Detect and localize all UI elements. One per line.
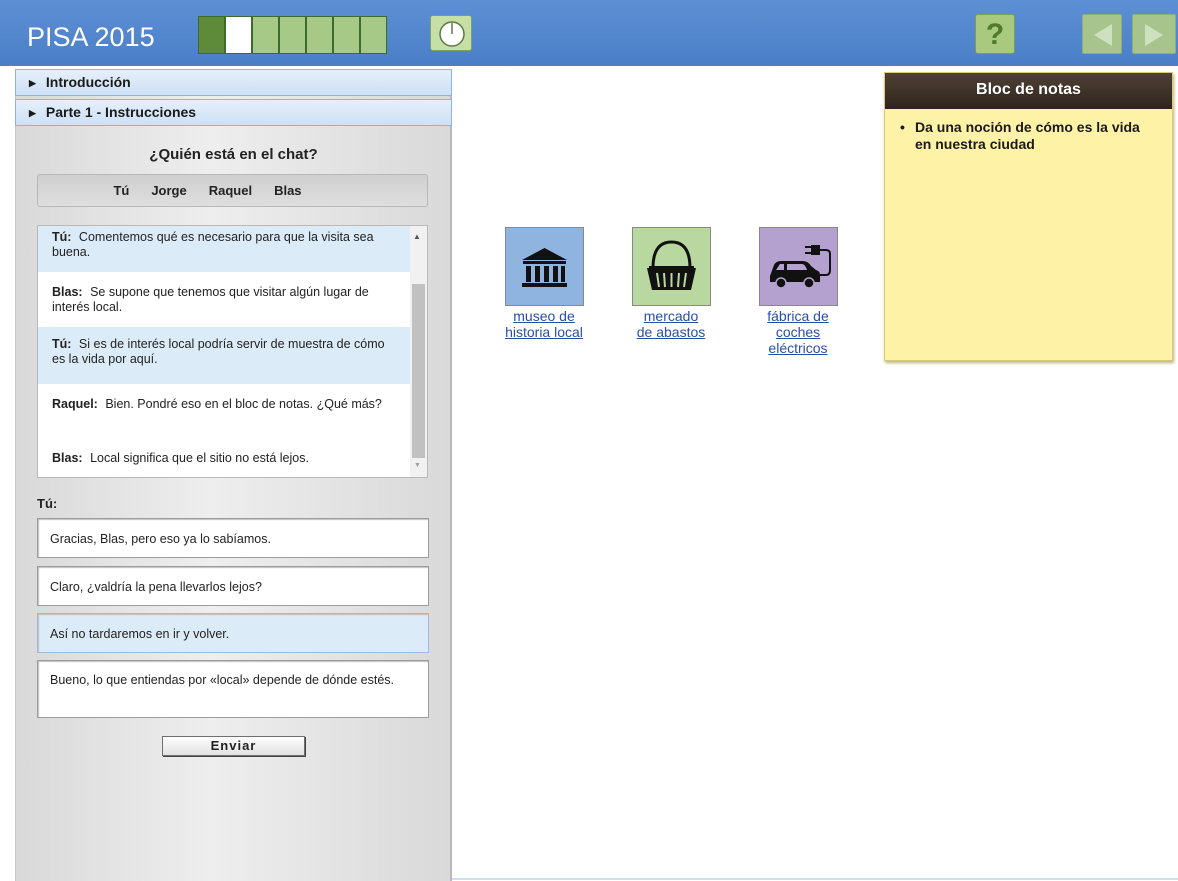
accordion-label: Parte 1 - Instrucciones — [45, 104, 197, 120]
timer-button[interactable] — [430, 15, 472, 51]
place-tile[interactable] — [758, 227, 838, 306]
place-tile[interactable] — [631, 227, 711, 306]
reply-option-selected[interactable]: Así no tardaremos en ir y volver. — [37, 613, 429, 653]
top-bar: PISA 2015 ? — [0, 0, 1178, 66]
place-label-line: fábrica de — [767, 308, 829, 324]
message-speaker: Tú: — [52, 337, 72, 351]
electric-car-icon — [769, 245, 831, 289]
progress-step — [333, 16, 360, 54]
participant-name: Raquel — [208, 183, 253, 198]
message-text: Local significa que el sitio no está lej… — [90, 451, 309, 465]
chat-message: Tú: Si es de interés local podría servir… — [38, 327, 410, 384]
notepad-title: Bloc de notas — [885, 73, 1172, 109]
message-text: Bien. Pondré eso en el bloc de notas. ¿Q… — [105, 397, 382, 411]
place-label-line: coches — [775, 324, 821, 340]
place-link[interactable]: mercado de abastos — [621, 308, 721, 340]
participant-name: Blas — [274, 183, 302, 198]
scroll-down-icon[interactable]: ▼ — [414, 462, 421, 469]
triangle-right-icon: ▶ — [29, 108, 36, 118]
message-speaker: Blas: — [52, 451, 83, 465]
place-label-line: de abastos — [636, 324, 706, 340]
chat-title: ¿Quién está en el chat? — [149, 146, 318, 163]
progress-step-done — [198, 16, 225, 54]
place-link[interactable]: fábrica de coches eléctricos — [748, 308, 848, 356]
place-label-line: historia local — [505, 324, 583, 340]
museum-icon — [521, 248, 567, 287]
message-speaker: Blas: — [52, 285, 83, 299]
chat-message: Blas: Local significa que el sitio no es… — [38, 439, 410, 477]
message-text: Si es de interés local podría servir de … — [52, 337, 385, 366]
chat-scrollbar[interactable]: ▲ ▼ — [410, 226, 427, 477]
basket-icon — [646, 240, 696, 290]
help-button[interactable]: ? — [975, 14, 1015, 54]
place-label-line: mercado — [643, 308, 699, 324]
progress-step — [279, 16, 306, 54]
place-tile[interactable] — [504, 227, 584, 306]
notepad-item-text: Da una noción de cómo es la vida en nues… — [915, 119, 1140, 152]
place-mercado-de-abastos[interactable]: mercado de abastos — [621, 227, 721, 340]
place-link[interactable]: museo de historia local — [494, 308, 594, 340]
notepad-item: • Da una noción de cómo es la vida en nu… — [899, 119, 1158, 153]
chat-message: Blas: Se supone que tenemos que visitar … — [38, 272, 410, 327]
scroll-up-icon[interactable]: ▲ — [413, 232, 421, 241]
participant-name: Jorge — [151, 183, 187, 198]
progress-step — [360, 16, 387, 54]
chat-message: Tú: Comentemos qué es necesario para que… — [38, 226, 410, 272]
reply-option[interactable]: Gracias, Blas, pero eso ya lo sabíamos. — [37, 518, 429, 558]
next-button[interactable] — [1132, 14, 1176, 54]
participant-name: Tú — [113, 183, 130, 198]
clock-icon — [439, 21, 465, 47]
place-label-line: museo de — [513, 308, 575, 324]
chat-log[interactable]: Tú: Comentemos qué es necesario para que… — [37, 225, 428, 478]
progress-step — [252, 16, 279, 54]
send-button[interactable]: Enviar — [162, 736, 305, 756]
message-text: Comentemos qué es necesario para que la … — [52, 230, 374, 259]
divider — [452, 878, 1178, 880]
triangle-right-icon: ▶ — [29, 78, 36, 88]
reply-option[interactable]: Bueno, lo que entiendas por «local» depe… — [37, 660, 429, 718]
accordion-introduccion[interactable]: ▶ Introducción — [15, 69, 452, 96]
question-mark-icon: ? — [985, 18, 1005, 51]
arrow-right-icon — [1145, 24, 1163, 46]
message-text: Se supone que tenemos que visitar algún … — [52, 285, 369, 314]
progress-indicator — [198, 16, 387, 54]
arrow-left-icon — [1094, 24, 1112, 46]
message-speaker: Raquel: — [52, 397, 98, 411]
notepad-body: • Da una noción de cómo es la vida en nu… — [885, 109, 1172, 153]
scrollbar-thumb[interactable] — [412, 284, 425, 458]
place-fabrica-coches-electricos[interactable]: fábrica de coches eléctricos — [748, 227, 848, 356]
participants-bar: Tú Jorge Raquel Blas — [37, 174, 428, 207]
place-museo-historia-local[interactable]: museo de historia local — [494, 227, 594, 340]
previous-button[interactable] — [1082, 14, 1122, 54]
notepad: Bloc de notas • Da una noción de cómo es… — [884, 72, 1173, 361]
progress-step — [306, 16, 333, 54]
reply-option[interactable]: Claro, ¿valdría la pena llevarlos lejos? — [37, 566, 429, 606]
accordion-parte-1-instrucciones[interactable]: ▶ Parte 1 - Instrucciones — [15, 99, 452, 126]
chat-message: Raquel: Bien. Pondré eso en el bloc de n… — [38, 384, 410, 439]
app-title: PISA 2015 — [27, 22, 155, 52]
place-label-line: eléctricos — [768, 340, 828, 356]
accordion-label: Introducción — [45, 74, 131, 90]
progress-step-current — [225, 16, 252, 54]
message-speaker: Tú: — [52, 230, 72, 244]
reply-label: Tú: — [37, 496, 58, 511]
bullet-icon: • — [900, 119, 905, 135]
